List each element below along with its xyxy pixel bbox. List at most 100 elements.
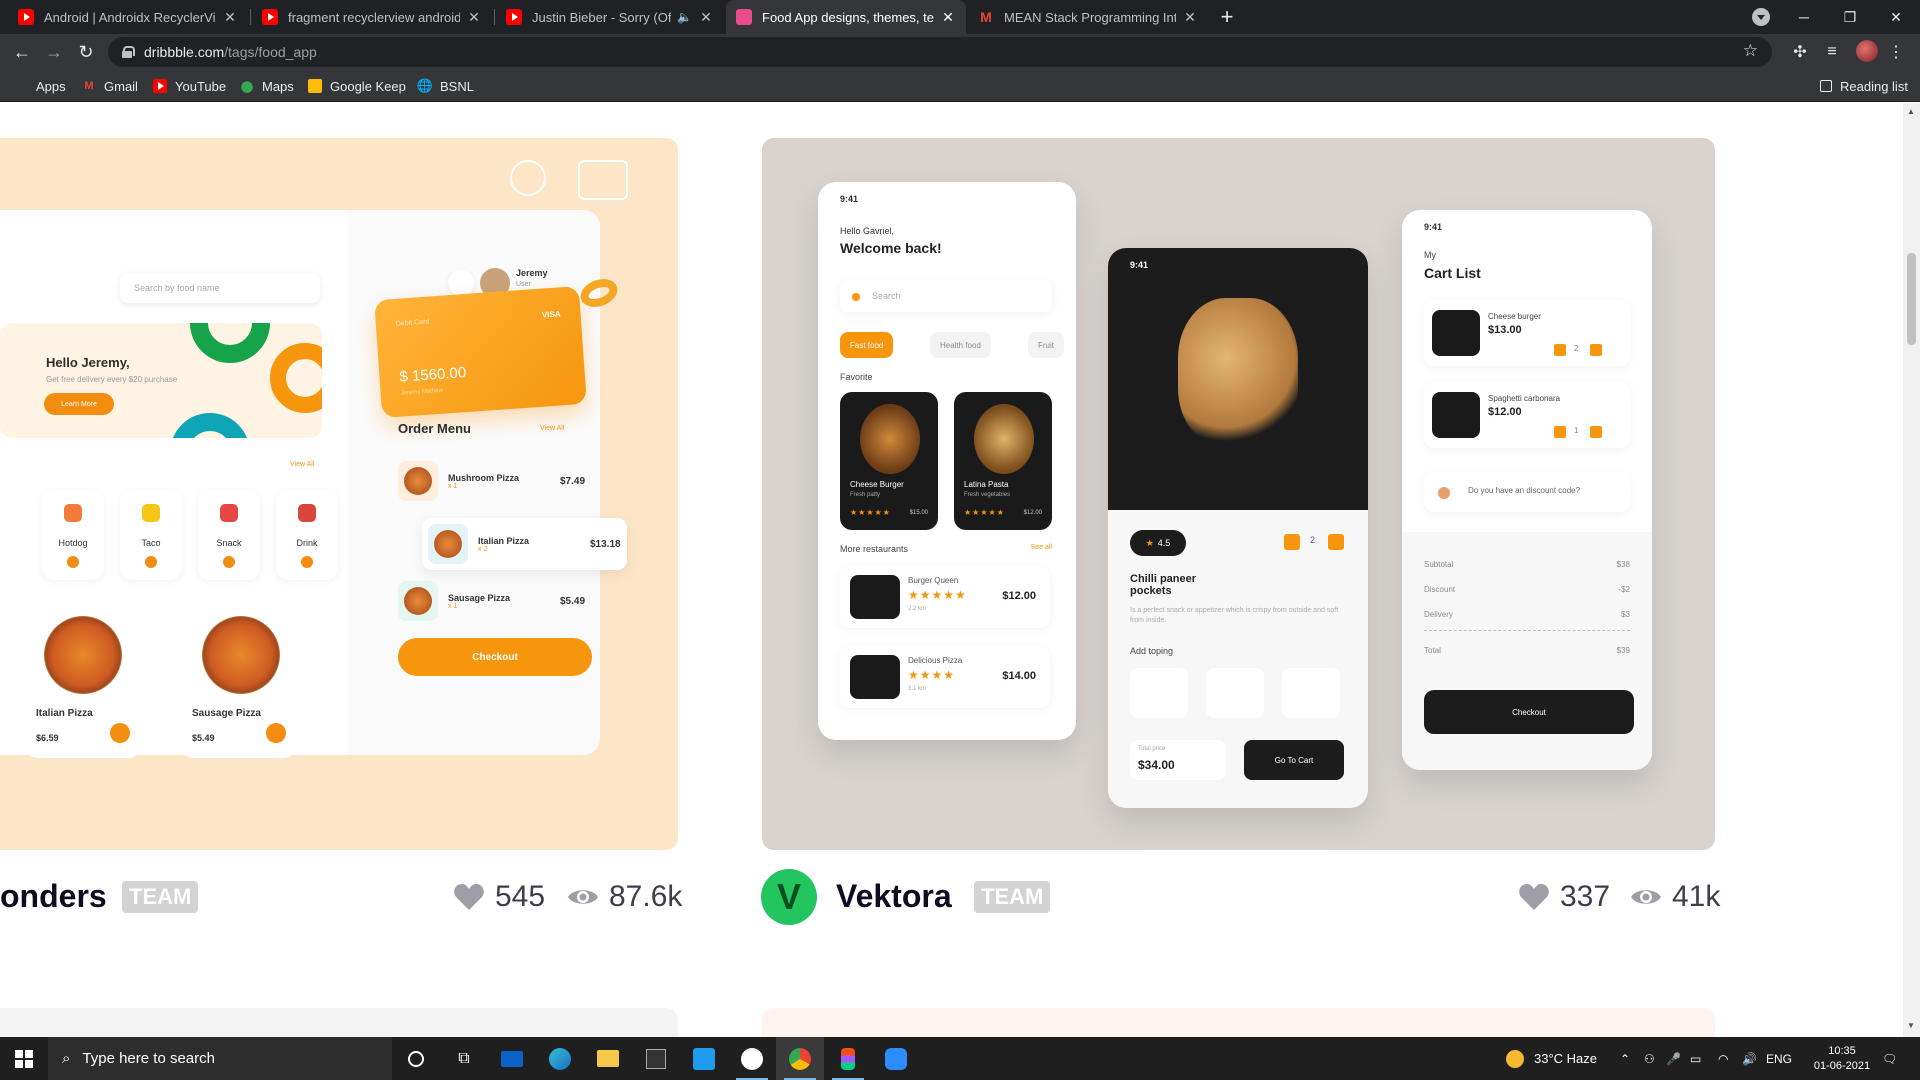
team-badge: TEAM xyxy=(974,881,1051,913)
scroll-down-icon[interactable]: ▼ xyxy=(1907,1021,1915,1030)
new-tab-button[interactable]: + xyxy=(1215,0,1239,34)
tab-justin-bieber[interactable]: Justin Bieber - Sorry (Official 🔈 ✕ xyxy=(496,0,724,34)
favorite-name: Latina Pasta xyxy=(964,480,1009,489)
order-item-name: Sausage Pizza xyxy=(448,592,511,603)
close-icon[interactable]: ✕ xyxy=(222,9,238,26)
language-indicator[interactable]: ENG xyxy=(1766,1037,1792,1080)
bookmark-google-keep[interactable]: Google Keep xyxy=(308,77,406,95)
shot-thumbnail[interactable] xyxy=(0,1008,678,1037)
weather-widget[interactable]: 33°C Haze xyxy=(1506,1037,1597,1080)
start-button[interactable] xyxy=(0,1037,48,1080)
chrome-icon[interactable] xyxy=(776,1037,824,1080)
restore-button[interactable]: ❐ xyxy=(1827,0,1873,34)
tab-mean-stack[interactable]: M MEAN Stack Programming Interr ✕ xyxy=(968,0,1208,34)
bell-icon xyxy=(448,270,474,296)
minus-icon xyxy=(1554,426,1566,438)
tab-title: fragment recyclerview android o xyxy=(288,9,460,25)
edge-icon[interactable] xyxy=(536,1037,584,1080)
menu-icon[interactable]: ⋮ xyxy=(1886,42,1906,62)
samosa-image xyxy=(1178,298,1298,448)
gmail-icon: M xyxy=(84,80,94,92)
microphone-icon[interactable]: 🎤 xyxy=(1666,1037,1681,1080)
restaurant-price: $14.00 xyxy=(1002,670,1036,682)
scrollbar-thumb[interactable] xyxy=(1907,253,1916,345)
qty-value: 2 xyxy=(1310,535,1316,545)
close-icon[interactable]: ✕ xyxy=(940,9,956,26)
likes-count[interactable]: 337 xyxy=(1518,880,1610,914)
total-price-box: Total price $34.00 xyxy=(1130,740,1226,780)
app-icon[interactable] xyxy=(728,1037,776,1080)
tab-fragment-recyclerview[interactable]: fragment recyclerview android o ✕ xyxy=(252,0,492,34)
figma-icon[interactable] xyxy=(824,1037,872,1080)
clock[interactable]: 10:35 01-06-2021 xyxy=(1808,1037,1876,1080)
order-item-price: $7.49 xyxy=(560,475,586,487)
battery-icon[interactable]: ▭ xyxy=(1690,1037,1701,1080)
minimize-button[interactable]: ─ xyxy=(1781,0,1827,34)
bookmark-label: Maps xyxy=(262,78,294,94)
task-view-icon[interactable]: ⧉ xyxy=(440,1037,488,1080)
mockup-view-all: View All xyxy=(290,461,315,468)
close-icon[interactable]: ✕ xyxy=(698,9,714,26)
plus-icon xyxy=(1590,426,1602,438)
bookmark-apps[interactable]: Apps xyxy=(14,77,66,95)
restaurant-card: Burger Queen ★★★★★ 2.2 km $12.00 xyxy=(840,566,1050,628)
tab-androidx-recyclerview[interactable]: Android | Androidx RecyclerView ✕ xyxy=(8,0,248,34)
page-scrollbar[interactable]: ▲ ▼ xyxy=(1903,103,1920,1037)
vscode-icon[interactable] xyxy=(680,1037,728,1080)
shot-author-name[interactable]: Vektora xyxy=(836,878,952,915)
shot-author-name[interactable]: onders xyxy=(0,878,107,915)
profile-avatar[interactable] xyxy=(1856,40,1878,62)
chip-fast-food: Fast food xyxy=(840,332,894,358)
chip-health-food: Health food xyxy=(930,332,991,358)
wifi-icon[interactable]: ◠ xyxy=(1718,1037,1728,1080)
speaker-icon[interactable]: 🔈 xyxy=(677,10,692,24)
back-icon[interactable]: ← xyxy=(8,38,36,66)
shot-thumbnail[interactable] xyxy=(762,1008,1715,1037)
close-icon[interactable]: ✕ xyxy=(1182,9,1198,26)
zoom-icon[interactable] xyxy=(872,1037,920,1080)
forward-icon[interactable]: → xyxy=(40,38,68,66)
taskbar-search-input[interactable]: ⌕ Type here to search xyxy=(48,1037,392,1080)
debit-card: Debit Card VISA $ 1560.00 Jeremy Mathew xyxy=(374,285,587,419)
tab-search-icon[interactable] xyxy=(1752,8,1770,26)
tab-food-app-designs[interactable]: Food App designs, themes, temp ✕ xyxy=(726,0,966,34)
scroll-up-icon[interactable]: ▲ xyxy=(1907,107,1915,116)
favorite-price: $15.00 xyxy=(909,510,928,516)
reading-list-button[interactable]: Reading list xyxy=(1820,77,1908,95)
chevron-up-icon[interactable]: ⌃ xyxy=(1620,1037,1630,1080)
network-icon[interactable]: ⚇ xyxy=(1644,1037,1655,1080)
category-label: Snack xyxy=(216,538,242,548)
author-avatar[interactable]: V xyxy=(761,869,817,925)
extensions-icon[interactable]: ✣ xyxy=(1790,42,1810,62)
order-item-name: Mushroom Pizza xyxy=(448,472,520,483)
bookmark-star-icon[interactable]: ☆ xyxy=(1743,41,1758,61)
restaurant-name: Delicious Pizza xyxy=(908,656,963,665)
apps-grid-icon xyxy=(14,79,28,93)
bookmark-bsnl[interactable]: 🌐 BSNL xyxy=(417,77,474,95)
star-icon: ★ xyxy=(1145,537,1154,548)
bookmark-youtube[interactable]: YouTube xyxy=(153,77,226,95)
address-bar[interactable]: dribbble.com/tags/food_app ☆ xyxy=(108,37,1772,67)
bookmark-gmail[interactable]: M Gmail xyxy=(82,77,138,95)
add-icon xyxy=(110,723,130,743)
terminal-icon[interactable] xyxy=(632,1037,680,1080)
rating-stars: ★★★★ xyxy=(908,668,956,682)
media-control-icon[interactable]: ≡ xyxy=(1822,42,1842,62)
notification-icon[interactable]: 🗨 xyxy=(1882,1037,1897,1080)
close-window-button[interactable]: ✕ xyxy=(1873,0,1919,34)
plus-icon xyxy=(1590,344,1602,356)
status-time: 9:41 xyxy=(1130,260,1149,270)
bookmark-maps[interactable]: ⬤ Maps xyxy=(240,77,294,95)
close-icon[interactable]: ✕ xyxy=(466,9,482,26)
likes-count[interactable]: 545 xyxy=(453,880,545,914)
file-explorer-icon[interactable] xyxy=(584,1037,632,1080)
shot-thumbnail[interactable]: Search by food name Jeremy User Hello Je… xyxy=(0,138,678,850)
mail-icon[interactable] xyxy=(488,1037,536,1080)
cart-item-name: Spaghetti carbonara xyxy=(1488,394,1561,403)
tab-separator xyxy=(250,9,251,25)
windows-logo-icon xyxy=(15,1049,33,1068)
reload-icon[interactable]: ↻ xyxy=(72,38,100,66)
volume-icon[interactable]: 🔊 xyxy=(1742,1037,1757,1080)
shot-thumbnail[interactable]: 9:41 Hello Gavriel, Welcome back! Search… xyxy=(762,138,1715,850)
cortana-icon[interactable] xyxy=(392,1037,440,1080)
